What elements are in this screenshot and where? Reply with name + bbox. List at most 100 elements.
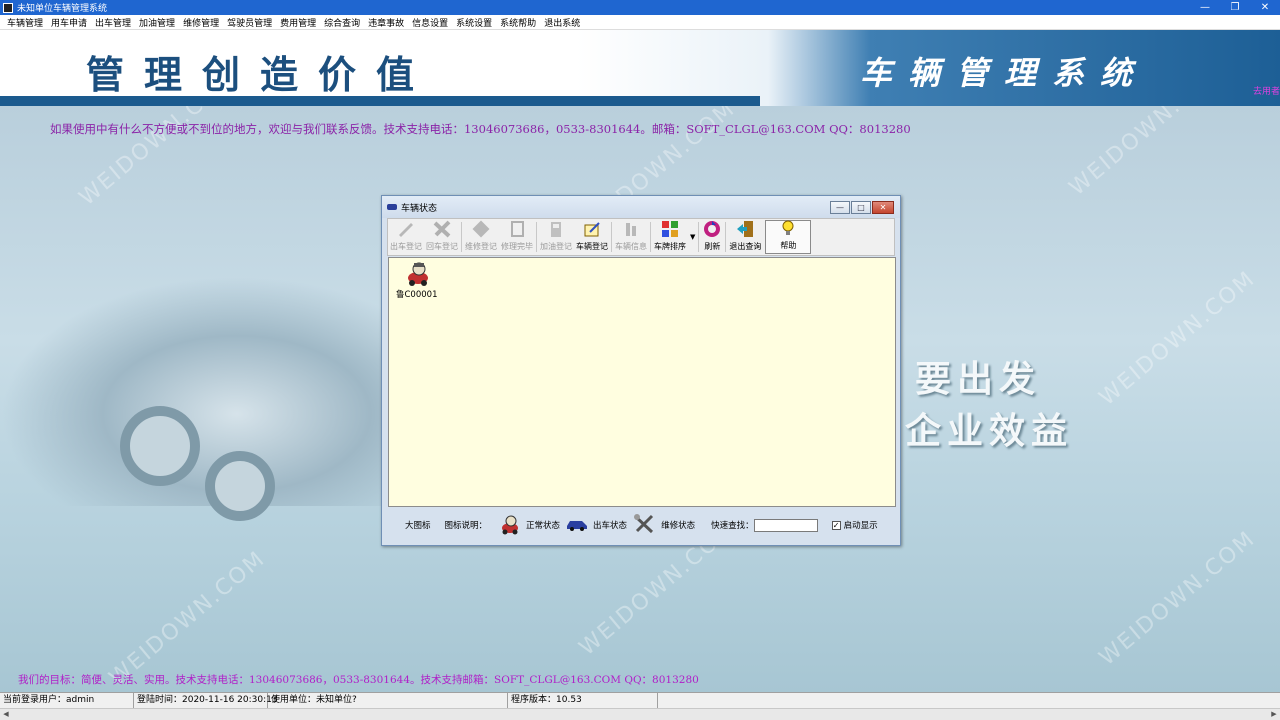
menu-query[interactable]: 综合查询 bbox=[320, 16, 364, 29]
toolbar-label: 退出查询 bbox=[729, 242, 762, 251]
menu-system-settings[interactable]: 系统设置 bbox=[452, 16, 496, 29]
toolbar-label: 刷新 bbox=[704, 242, 721, 251]
dispatched-status-label: 出车状态 bbox=[593, 521, 628, 531]
toolbar-separator bbox=[536, 222, 537, 252]
vehicle-info-button[interactable]: 车辆信息 bbox=[613, 219, 649, 255]
dispatch-register-button[interactable]: 出车登记 bbox=[388, 219, 424, 255]
car-icon bbox=[387, 204, 397, 210]
watermark: WEIDOWN.COM bbox=[1094, 526, 1261, 671]
repair-icon bbox=[471, 219, 491, 239]
sort-grid-icon bbox=[660, 219, 680, 239]
auto-show-label: 启动显示 bbox=[843, 521, 878, 531]
exit-door-icon bbox=[735, 219, 755, 239]
menu-exit[interactable]: 退出系统 bbox=[540, 16, 584, 29]
status-bar: 当前登录用户：admin 登陆时间：2020-11-16 20:30:13 使用… bbox=[0, 692, 1280, 708]
dialog-title-bar[interactable]: 车辆状态 bbox=[382, 196, 900, 218]
restore-button[interactable]: ❐ bbox=[1220, 0, 1250, 15]
toolbar-separator bbox=[650, 222, 651, 252]
toolbar-separator bbox=[698, 222, 700, 252]
dialog-title: 车辆状态 bbox=[401, 203, 438, 214]
status-login-time: 登陆时间：2020-11-16 20:30:13 bbox=[134, 693, 278, 708]
auto-show-checkbox[interactable]: ✓ bbox=[831, 520, 841, 530]
repair-status-label: 维修状态 bbox=[661, 521, 696, 531]
edit-form-icon bbox=[582, 219, 602, 239]
dialog-close-button[interactable]: ✕ bbox=[872, 201, 894, 214]
refresh-icon bbox=[702, 219, 722, 239]
motto-line-1: 要出发 bbox=[915, 358, 1042, 400]
menu-dispatch[interactable]: 出车管理 bbox=[91, 16, 135, 29]
toolbar-label: 车辆信息 bbox=[615, 242, 647, 251]
vehicle-status-dialog: 车辆状态 — □ ✕ 出车登记 回车登记 维修登记 修理完毕 加油登记 车辆登记… bbox=[381, 195, 901, 546]
close-button[interactable]: ✕ bbox=[1250, 0, 1280, 15]
toolbar-label: 车辆登记 bbox=[576, 242, 608, 251]
chevron-down-icon[interactable]: ▼ bbox=[688, 219, 697, 255]
motto-line-2: 企业效益 bbox=[905, 410, 1074, 452]
toolbar-label: 修理完毕 bbox=[501, 242, 533, 251]
toolbar-separator bbox=[725, 222, 727, 252]
banner-system-name: 车辆管理系统 bbox=[860, 54, 1149, 92]
quick-search-label: 快速查找： bbox=[711, 521, 754, 531]
toolbar-label: 帮助 bbox=[780, 241, 797, 250]
repair-complete-button[interactable]: 修理完毕 bbox=[499, 219, 535, 255]
repair-register-button[interactable]: 维修登记 bbox=[463, 219, 499, 255]
menu-bar: 车辆管理 用车申请 出车管理 加油管理 维修管理 驾驶员管理 费用管理 综合查询… bbox=[0, 15, 1280, 30]
support-notice-top: 如果使用中有什么不方便或不到位的地方，欢迎与我们联系反馈。技术支持电话：1304… bbox=[50, 122, 911, 136]
plate-sort-button[interactable]: 车牌排序 bbox=[652, 219, 688, 255]
refresh-button[interactable]: 刷新 bbox=[700, 219, 724, 255]
menu-info-settings[interactable]: 信息设置 bbox=[408, 16, 452, 29]
menu-fuel[interactable]: 加油管理 bbox=[135, 16, 179, 29]
scroll-left-icon[interactable]: ◀ bbox=[0, 709, 12, 720]
car-wheel-graphic bbox=[120, 406, 200, 486]
toolbar-label: 车牌排序 bbox=[654, 242, 686, 251]
window-title: 未知单位车辆管理系统 bbox=[17, 4, 108, 14]
menu-driver[interactable]: 驾驶员管理 bbox=[223, 16, 276, 29]
watermark: WEIDOWN.COM bbox=[104, 546, 271, 691]
menu-vehicle-management[interactable]: 车辆管理 bbox=[3, 16, 47, 29]
vehicle-plate: 鲁C00001 bbox=[396, 290, 438, 300]
vehicle-list-area: 鲁C00001 bbox=[388, 257, 896, 507]
wrench-icon bbox=[396, 219, 416, 239]
menu-vehicle-request[interactable]: 用车申请 bbox=[47, 16, 91, 29]
view-mode-label[interactable]: 大图标 bbox=[405, 519, 431, 531]
quick-search-input[interactable] bbox=[753, 518, 818, 532]
normal-status-car-icon bbox=[499, 513, 521, 538]
dialog-maximize-button[interactable]: □ bbox=[851, 201, 871, 214]
menu-violation[interactable]: 违章事故 bbox=[364, 16, 408, 29]
vehicle-register-button[interactable]: 车辆登记 bbox=[574, 219, 610, 255]
minimize-button[interactable]: — bbox=[1190, 0, 1220, 15]
scroll-right-icon[interactable]: ▶ bbox=[1268, 709, 1280, 720]
return-register-button[interactable]: 回车登记 bbox=[424, 219, 460, 255]
toolbar-label: 加油登记 bbox=[540, 242, 572, 251]
toolbar-separator bbox=[611, 222, 612, 252]
help-button[interactable]: 帮助 bbox=[765, 220, 812, 254]
tools-icon bbox=[432, 219, 452, 239]
horizontal-scrollbar[interactable]: ◀ ▶ bbox=[0, 708, 1280, 720]
exit-query-button[interactable]: 退出查询 bbox=[727, 219, 763, 255]
menu-repair[interactable]: 维修管理 bbox=[179, 16, 223, 29]
menu-expense[interactable]: 费用管理 bbox=[276, 16, 320, 29]
banner: 管理创造价值 车辆管理系统 去用者 bbox=[0, 30, 1280, 106]
banner-side-tag: 去用者 bbox=[1252, 87, 1280, 97]
dialog-toolbar: 出车登记 回车登记 维修登记 修理完毕 加油登记 车辆登记 车辆信息 车牌排序 … bbox=[387, 218, 895, 256]
fuel-register-button[interactable]: 加油登记 bbox=[538, 219, 574, 255]
dialog-minimize-button[interactable]: — bbox=[830, 201, 850, 214]
fuel-pump-icon bbox=[546, 219, 566, 239]
watermark: WEIDOWN.COM bbox=[1094, 266, 1261, 411]
app-icon bbox=[3, 2, 13, 13]
status-user: 当前登录用户：admin bbox=[0, 693, 134, 708]
banner-slogan: 管理创造价值 bbox=[86, 52, 435, 97]
toolbar-label: 回车登记 bbox=[426, 242, 458, 251]
vehicle-item[interactable]: 鲁C00001 bbox=[396, 260, 437, 300]
repair-tools-icon bbox=[633, 513, 655, 538]
toolbar-label: 出车登记 bbox=[390, 242, 422, 251]
toolbar-separator bbox=[461, 222, 462, 252]
status-unit: 使用单位：未知单位? bbox=[268, 693, 508, 708]
status-version: 程序版本：10.53 bbox=[508, 693, 658, 708]
legend-bar: 大图标 图标说明： 正常状态 出车状态 维修状态 快速查找： ✓ 启动显示 bbox=[387, 510, 895, 540]
watermark: WEIDOWN.COM bbox=[1064, 106, 1231, 201]
info-icon bbox=[621, 219, 641, 239]
car-wheel-graphic bbox=[205, 451, 275, 521]
title-bar: 未知单位车辆管理系统 — ❐ ✕ bbox=[0, 0, 1280, 15]
normal-status-car-icon bbox=[404, 260, 430, 288]
menu-help[interactable]: 系统帮助 bbox=[496, 16, 540, 29]
